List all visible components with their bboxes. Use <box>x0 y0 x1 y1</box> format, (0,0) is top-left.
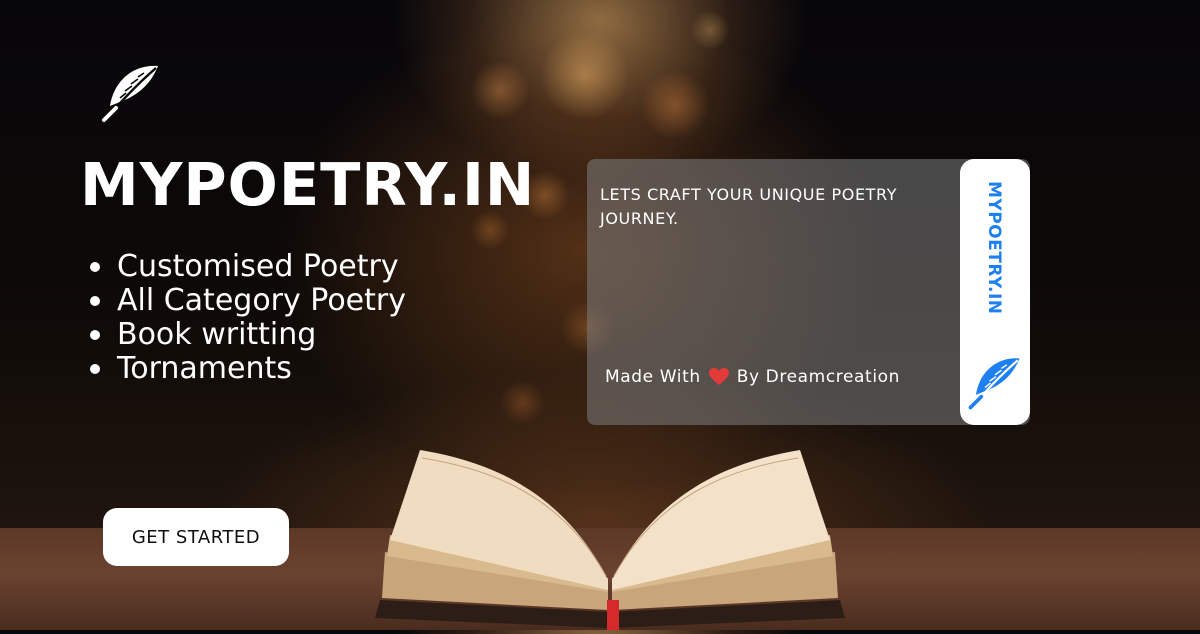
feature-item: All Category Poetry <box>90 284 406 318</box>
feature-label: Tornaments <box>117 351 292 386</box>
feature-item: Book writting <box>90 318 406 352</box>
feature-item: Customised Poetry <box>90 250 406 284</box>
feature-label: All Category Poetry <box>117 283 406 318</box>
feather-icon <box>965 352 1025 414</box>
vertical-brand-text: MYPOETRY.IN <box>984 181 1004 315</box>
info-card: LETS CRAFT YOUR UNIQUE POETRY JOURNEY. M… <box>587 159 1030 425</box>
credit-suffix: By Dreamcreation <box>736 367 901 387</box>
brand-title: MYPOETRY.IN <box>80 150 536 219</box>
bokeh-light <box>690 10 730 50</box>
bokeh-light <box>500 380 545 425</box>
credit-line: Made With By Dreamcreation <box>605 367 900 387</box>
bullet-icon <box>90 296 100 306</box>
heart-icon <box>708 368 729 386</box>
bokeh-light <box>640 70 710 140</box>
feature-label: Customised Poetry <box>117 249 399 284</box>
bokeh-light <box>470 60 530 120</box>
get-started-button[interactable]: GET STARTED <box>103 508 289 566</box>
card-tagline: LETS CRAFT YOUR UNIQUE POETRY JOURNEY. <box>600 185 898 228</box>
bokeh-light <box>540 30 630 120</box>
feather-icon <box>98 60 164 126</box>
bullet-icon <box>90 262 100 272</box>
feature-list: Customised Poetry All Category Poetry Bo… <box>90 250 406 386</box>
feature-item: Tornaments <box>90 352 406 386</box>
bullet-icon <box>90 364 100 374</box>
bullet-icon <box>90 330 100 340</box>
brand-strip: MYPOETRY.IN <box>960 159 1030 425</box>
open-book-image <box>360 440 860 630</box>
credit-prefix: Made With <box>605 367 701 387</box>
feature-label: Book writting <box>117 317 317 352</box>
